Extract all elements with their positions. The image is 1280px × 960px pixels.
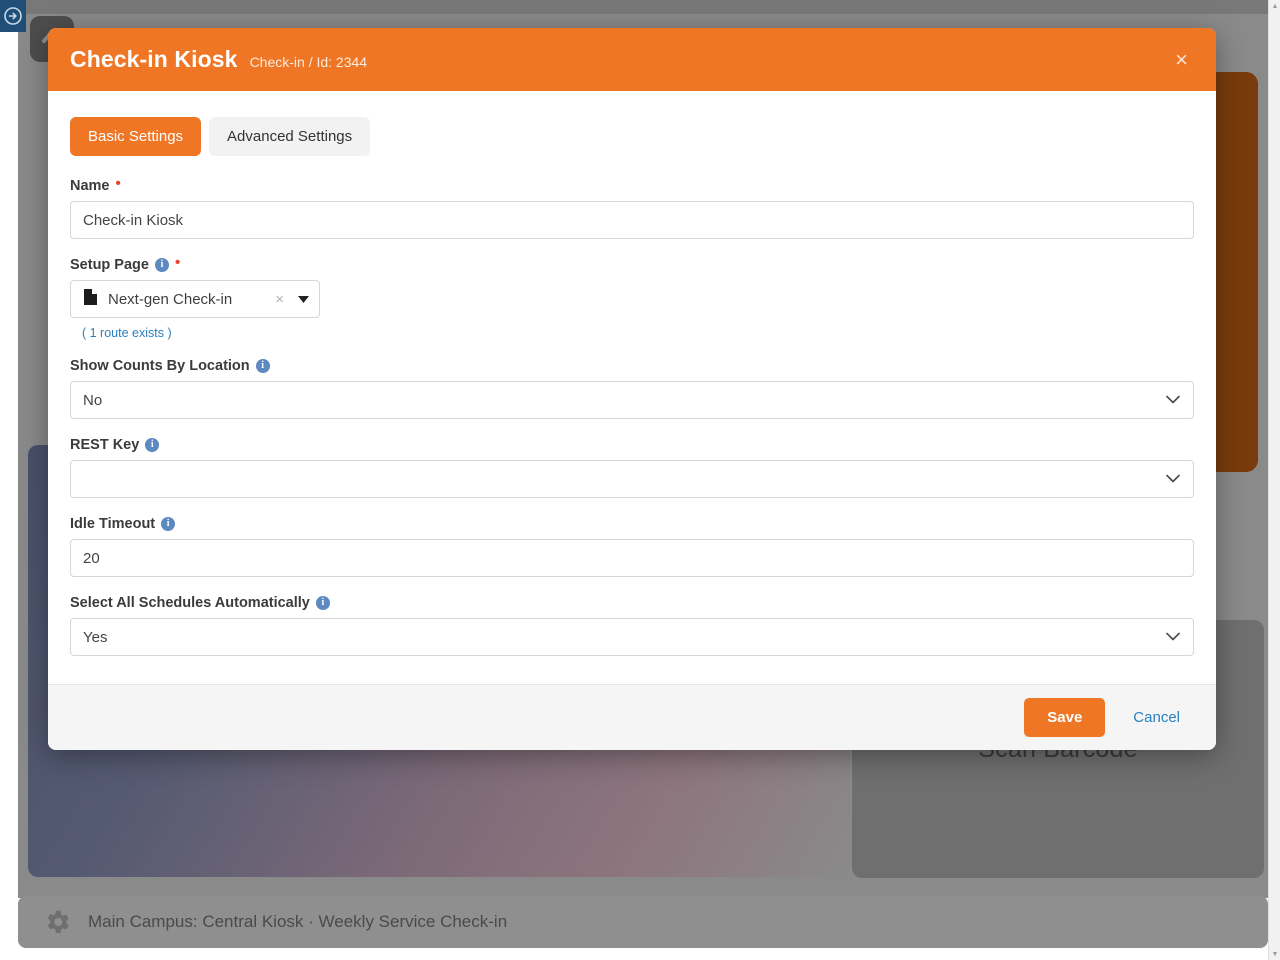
field-idle-timeout-label: Idle Timeout i xyxy=(70,516,1194,532)
modal-body: Basic Settings Advanced Settings Name • … xyxy=(48,91,1216,684)
info-icon[interactable]: i xyxy=(154,258,169,272)
field-name-label: Name • xyxy=(70,174,1194,195)
caret-down-icon[interactable] xyxy=(298,295,309,303)
info-icon[interactable]: i xyxy=(161,517,176,531)
field-select-all-schedules-label-text: Select All Schedules Automatically xyxy=(70,595,310,611)
sidebar-toggle-button[interactable] xyxy=(0,0,26,32)
arrow-right-circle-icon xyxy=(4,7,22,25)
select-all-schedules-select[interactable] xyxy=(70,618,1194,656)
field-setup-page-label: Setup Page i • xyxy=(70,253,1194,274)
field-idle-timeout: Idle Timeout i xyxy=(70,516,1194,577)
field-name-label-text: Name xyxy=(70,178,110,194)
field-idle-timeout-label-text: Idle Timeout xyxy=(70,516,156,532)
cancel-button[interactable]: Cancel xyxy=(1127,708,1186,727)
background-toolbar xyxy=(0,0,1268,14)
save-button[interactable]: Save xyxy=(1024,698,1106,737)
field-setup-page: Setup Page i • Next-gen Check-in × ( 1 r… xyxy=(70,253,1194,340)
name-input[interactable] xyxy=(70,201,1194,239)
required-marker: • xyxy=(174,253,181,271)
check-in-kiosk-modal: Check-in Kiosk Check-in / Id: 2344 × Bas… xyxy=(48,28,1216,750)
field-select-all-schedules-label: Select All Schedules Automatically i xyxy=(70,595,1194,611)
document-icon xyxy=(83,288,98,311)
show-counts-select[interactable] xyxy=(70,381,1194,419)
field-show-counts-label-text: Show Counts By Location xyxy=(70,358,250,374)
scrollbar-up-arrow-icon[interactable]: ▲ xyxy=(1269,0,1280,12)
tab-basic-settings[interactable]: Basic Settings xyxy=(70,117,202,156)
show-counts-select-wrap xyxy=(70,381,1194,419)
setup-page-value: Next-gen Check-in xyxy=(108,290,233,308)
field-rest-key: REST Key i xyxy=(70,437,1194,498)
info-icon[interactable]: i xyxy=(145,438,160,452)
page-scrollbar[interactable]: ▲ ▼ xyxy=(1268,0,1280,960)
field-select-all-schedules: Select All Schedules Automatically i xyxy=(70,595,1194,656)
status-bar: Main Campus: Central Kiosk · Weekly Serv… xyxy=(18,896,1268,948)
setup-page-route-note[interactable]: ( 1 route exists ) xyxy=(82,326,1194,340)
modal-footer: Save Cancel xyxy=(48,684,1216,750)
idle-timeout-input[interactable] xyxy=(70,539,1194,577)
field-show-counts-by-location: Show Counts By Location i xyxy=(70,358,1194,419)
info-icon[interactable]: i xyxy=(255,359,270,373)
clear-icon[interactable]: × xyxy=(271,292,288,307)
rest-key-select-wrap xyxy=(70,460,1194,498)
modal-title: Check-in Kiosk xyxy=(70,46,238,72)
field-rest-key-label-text: REST Key xyxy=(70,437,140,453)
status-bar-text: Main Campus: Central Kiosk · Weekly Serv… xyxy=(88,912,508,931)
modal-header: Check-in Kiosk Check-in / Id: 2344 × xyxy=(48,28,1216,91)
field-setup-page-label-text: Setup Page xyxy=(70,257,149,273)
field-rest-key-label: REST Key i xyxy=(70,437,1194,453)
tab-advanced-settings[interactable]: Advanced Settings xyxy=(209,117,371,156)
setup-page-select[interactable]: Next-gen Check-in × xyxy=(70,280,320,318)
field-name: Name • xyxy=(70,174,1194,239)
settings-tabs: Basic Settings Advanced Settings xyxy=(70,117,1194,156)
modal-subtitle: Check-in / Id: 2344 xyxy=(249,53,368,70)
gear-icon[interactable] xyxy=(42,907,72,937)
info-icon[interactable]: i xyxy=(315,596,330,610)
close-icon[interactable]: × xyxy=(1169,45,1194,75)
field-show-counts-label: Show Counts By Location i xyxy=(70,358,1194,374)
rest-key-select[interactable] xyxy=(70,460,1194,498)
required-marker: • xyxy=(115,174,121,192)
select-all-schedules-wrap xyxy=(70,618,1194,656)
scrollbar-down-arrow-icon[interactable]: ▼ xyxy=(1269,948,1280,960)
